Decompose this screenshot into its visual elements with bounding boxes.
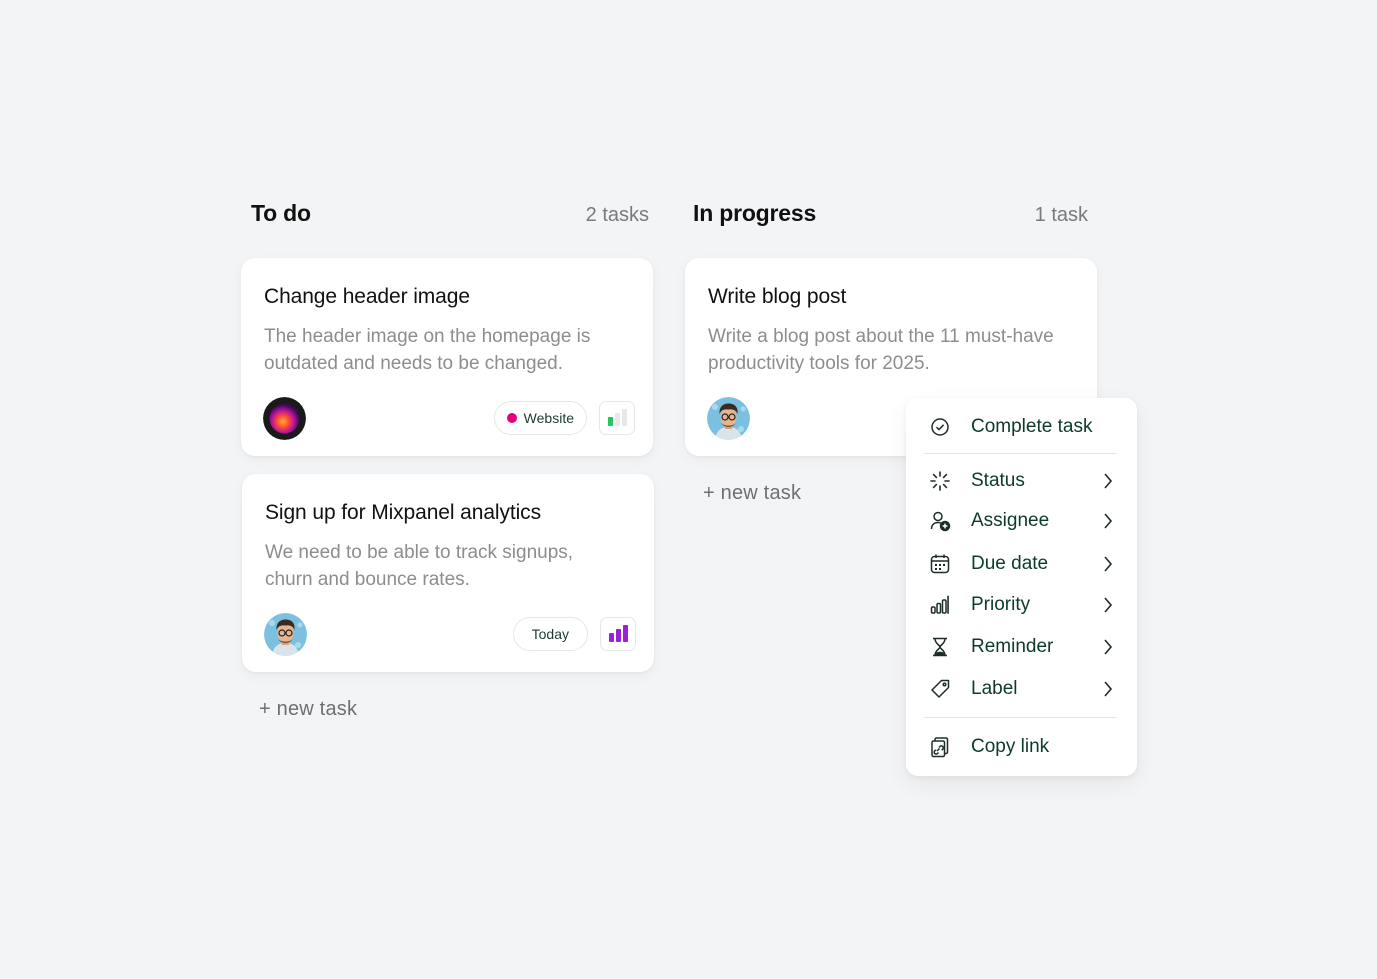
avatar[interactable]: [707, 397, 750, 440]
label-tag[interactable]: Website: [493, 401, 587, 435]
column-todo: To do 2 tasks Change header image The he…: [241, 200, 654, 720]
menu-item-label: Due date: [971, 553, 1049, 574]
column-header: To do 2 tasks: [241, 200, 654, 238]
priority-bar: [615, 629, 621, 642]
avatar[interactable]: [263, 396, 306, 440]
column-task-count: 1 task: [1034, 204, 1088, 226]
check-circle-icon: [929, 416, 951, 438]
menu-item-priority[interactable]: Priority: [906, 585, 1137, 625]
menu-item-label: Label: [971, 678, 1018, 699]
tag-label: Today: [531, 626, 569, 642]
menu-item-status[interactable]: Status: [906, 461, 1137, 501]
menu-item-assignee[interactable]: Assignee: [906, 501, 1137, 541]
menu-item-label: Status: [971, 470, 1025, 491]
chevron-right-icon: [1104, 681, 1113, 697]
column-title: In progress: [693, 200, 817, 226]
task-card[interactable]: Change header image The header image on …: [241, 258, 653, 456]
priority-indicator[interactable]: [599, 401, 635, 435]
menu-item-label: Priority: [971, 594, 1031, 615]
priority-bar: [622, 625, 628, 642]
new-task-button[interactable]: + new task: [703, 482, 801, 505]
task-footer: Website: [263, 396, 635, 440]
column-task-count: 2 tasks: [585, 204, 649, 226]
priority-bar: [614, 413, 620, 426]
chevron-right-icon: [1104, 556, 1113, 572]
chevron-right-icon: [1104, 597, 1113, 613]
task-title: Write blog post: [708, 285, 847, 308]
menu-item-complete-task[interactable]: Complete task: [906, 407, 1137, 447]
menu-item-label: Assignee: [971, 510, 1050, 531]
task-context-menu: Complete task Status Assignee Due date P…: [906, 398, 1137, 776]
menu-item-label-tag[interactable]: Label: [906, 669, 1137, 709]
menu-divider: [924, 717, 1117, 718]
menu-item-reminder[interactable]: Reminder: [906, 627, 1137, 667]
column-in-progress: In progress 1 task Write blog post Write…: [685, 200, 1098, 504]
column-title: To do: [251, 200, 311, 226]
user-add-icon: [929, 510, 951, 532]
hourglass-icon: [929, 636, 951, 658]
menu-item-label: Copy link: [971, 736, 1050, 757]
priority-bar: [621, 409, 627, 426]
tag-color-dot: [506, 413, 517, 423]
task-description: The header image on the homepage is outd…: [264, 326, 591, 374]
chevron-right-icon: [1104, 513, 1113, 529]
priority-indicator[interactable]: [600, 617, 636, 651]
due-date-tag[interactable]: Today: [512, 617, 588, 651]
priority-bar: [607, 417, 613, 426]
menu-item-copy-link[interactable]: Copy link: [906, 727, 1137, 767]
chevron-right-icon: [1104, 473, 1113, 489]
tag-icon: [929, 678, 951, 700]
avatar[interactable]: [264, 613, 307, 656]
chevron-right-icon: [1104, 639, 1113, 655]
tag-label: Website: [523, 410, 574, 426]
task-title: Sign up for Mixpanel analytics: [265, 501, 541, 524]
column-header: In progress 1 task: [685, 200, 1098, 238]
copy-link-icon: [929, 736, 951, 758]
menu-item-label: Reminder: [971, 636, 1054, 657]
priority-bar: [608, 633, 614, 642]
loader-icon: [929, 470, 951, 492]
task-footer: Today: [264, 612, 636, 656]
calendar-icon: [929, 553, 951, 575]
task-title: Change header image: [264, 285, 470, 308]
menu-divider: [924, 453, 1117, 454]
task-card[interactable]: Sign up for Mixpanel analytics We need t…: [242, 474, 654, 672]
task-description: We need to be able to track signups, chu…: [265, 542, 574, 590]
menu-item-label: Complete task: [971, 416, 1093, 437]
new-task-button[interactable]: + new task: [259, 698, 357, 721]
menu-item-due-date[interactable]: Due date: [906, 544, 1137, 584]
task-description: Write a blog post about the 11 must-have…: [708, 326, 1054, 374]
signal-bars-icon: [929, 594, 951, 616]
